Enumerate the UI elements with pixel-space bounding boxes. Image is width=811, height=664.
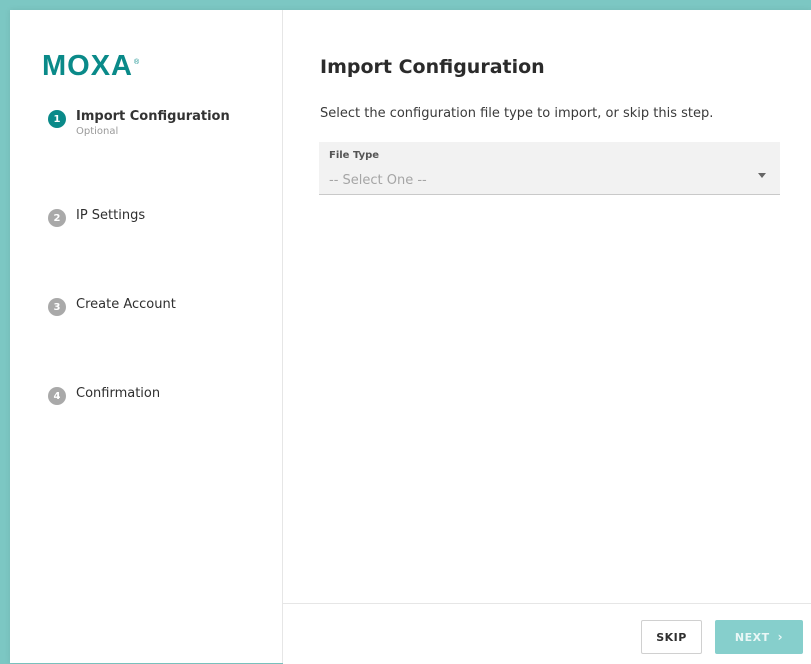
- chevron-right-icon: ›: [777, 630, 784, 644]
- step-label: Create Account: [76, 297, 176, 312]
- file-type-select[interactable]: File Type -- Select One --: [319, 142, 780, 195]
- step-label: IP Settings: [76, 208, 146, 223]
- next-button[interactable]: NEXT ›: [715, 620, 803, 654]
- instruction-text: Select the configuration file type to im…: [320, 106, 714, 121]
- logo-text: MOXA: [42, 50, 133, 82]
- skip-button[interactable]: SKIP: [641, 620, 702, 654]
- step-sublabel: Optional: [76, 126, 119, 137]
- step-number-badge: 3: [48, 298, 66, 316]
- step-number-badge: 2: [48, 209, 66, 227]
- step-number-badge: 1: [48, 110, 66, 128]
- step-number-badge: 4: [48, 387, 66, 405]
- setup-wizard-window: MOXA® 1 Import Configuration Optional 2 …: [10, 10, 811, 664]
- chevron-down-icon: [758, 173, 766, 178]
- wizard-content: Import Configuration Select the configur…: [283, 10, 811, 664]
- registered-mark: ®: [134, 59, 141, 67]
- page-title: Import Configuration: [320, 56, 545, 78]
- wizard-sidebar: MOXA® 1 Import Configuration Optional 2 …: [10, 10, 283, 663]
- step-confirmation: 4 Confirmation: [48, 385, 160, 405]
- moxa-logo: MOXA®: [42, 50, 140, 83]
- skip-button-label: SKIP: [656, 630, 687, 644]
- next-button-label: NEXT: [734, 630, 770, 644]
- step-create-account: 3 Create Account: [48, 296, 176, 316]
- step-import-configuration: 1 Import Configuration Optional: [48, 108, 230, 138]
- file-type-placeholder: -- Select One --: [329, 173, 427, 188]
- step-label: Confirmation: [76, 386, 161, 401]
- step-ip-settings: 2 IP Settings: [48, 207, 145, 227]
- wizard-footer: SKIP NEXT ›: [283, 603, 811, 664]
- file-type-label: File Type: [329, 150, 380, 161]
- step-label: Import Configuration: [76, 109, 230, 124]
